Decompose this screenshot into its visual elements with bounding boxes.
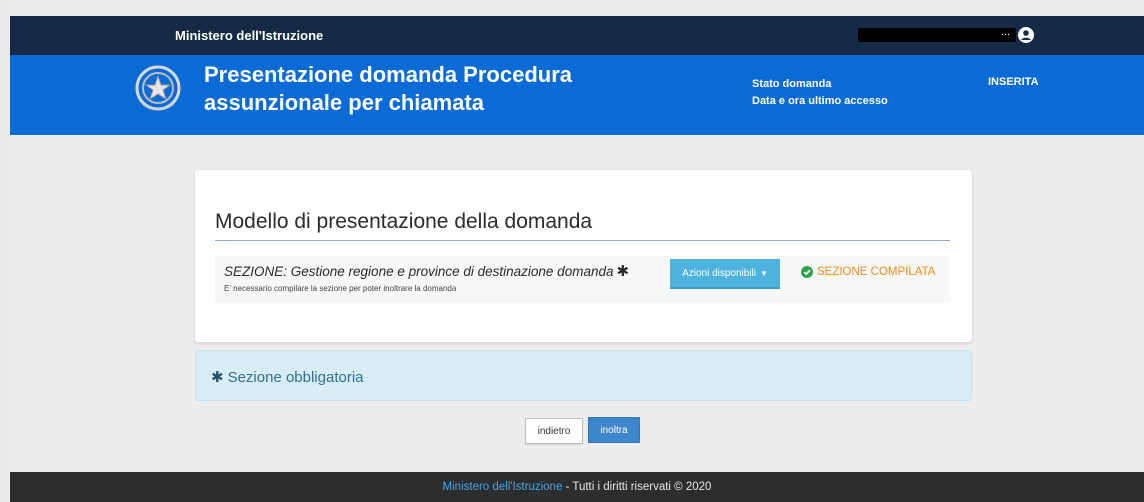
caret-down-icon: ▼ <box>760 268 768 278</box>
card-title: Modello di presentazione della domanda <box>215 210 593 233</box>
last-access-label: Data e ora ultimo accesso <box>752 95 888 107</box>
actions-label: Azioni disponibili <box>682 267 756 279</box>
status-value: INSERITA <box>988 76 1039 88</box>
asterisk-icon: ✱ <box>616 263 630 280</box>
status-label: Stato domanda <box>752 78 832 90</box>
title-divider <box>215 240 950 241</box>
page-title-line1: Presentazione domanda Procedura <box>204 62 572 87</box>
republic-emblem-icon <box>135 65 181 111</box>
section-status-text: SEZIONE COMPILATA <box>817 266 936 278</box>
footer: Ministero dell'Istruzione - Tutti i diri… <box>10 472 1144 502</box>
footer-link[interactable]: Ministero dell'Istruzione <box>443 481 563 493</box>
actions-dropdown-button[interactable]: Azioni disponibili ▼ <box>670 259 780 289</box>
page-title-line2: assunzionale per chiamata <box>204 90 484 115</box>
required-info: ✱ Sezione obbligatoria <box>211 368 364 386</box>
footer-copyright: - Tutti i diritti riservati © 2020 <box>562 481 712 493</box>
required-info-text: Sezione obbligatoria <box>227 369 364 386</box>
check-circle-icon <box>801 266 813 278</box>
asterisk-icon: ✱ <box>211 369 224 386</box>
send-button[interactable]: inoltra <box>588 417 640 443</box>
user-area[interactable] <box>858 26 1034 44</box>
section-note: E' necessario compilare la sezione per p… <box>224 284 457 293</box>
section-status: SEZIONE COMPILATA <box>801 266 935 278</box>
form-card: Modello di presentazione della domanda S… <box>195 170 972 342</box>
section-title-text: SEZIONE: Gestione regione e province di … <box>224 264 614 279</box>
required-info-box: ✱ Sezione obbligatoria <box>195 350 972 401</box>
top-bar: Ministero dell'Istruzione <box>10 16 1144 55</box>
org-name: Ministero dell'Istruzione <box>175 28 324 43</box>
redacted-username <box>858 26 1016 42</box>
back-button[interactable]: indietro <box>525 418 583 444</box>
app-header: Presentazione domanda Procedura assunzio… <box>10 55 1144 135</box>
user-circle-icon[interactable] <box>1018 27 1034 43</box>
section-title: SEZIONE: Gestione regione e province di … <box>224 262 629 280</box>
section-row: SEZIONE: Gestione regione e province di … <box>215 256 950 303</box>
status-labels: Stato domanda Data e ora ultimo accesso <box>752 76 888 110</box>
page-title: Presentazione domanda Procedura assunzio… <box>204 61 624 117</box>
